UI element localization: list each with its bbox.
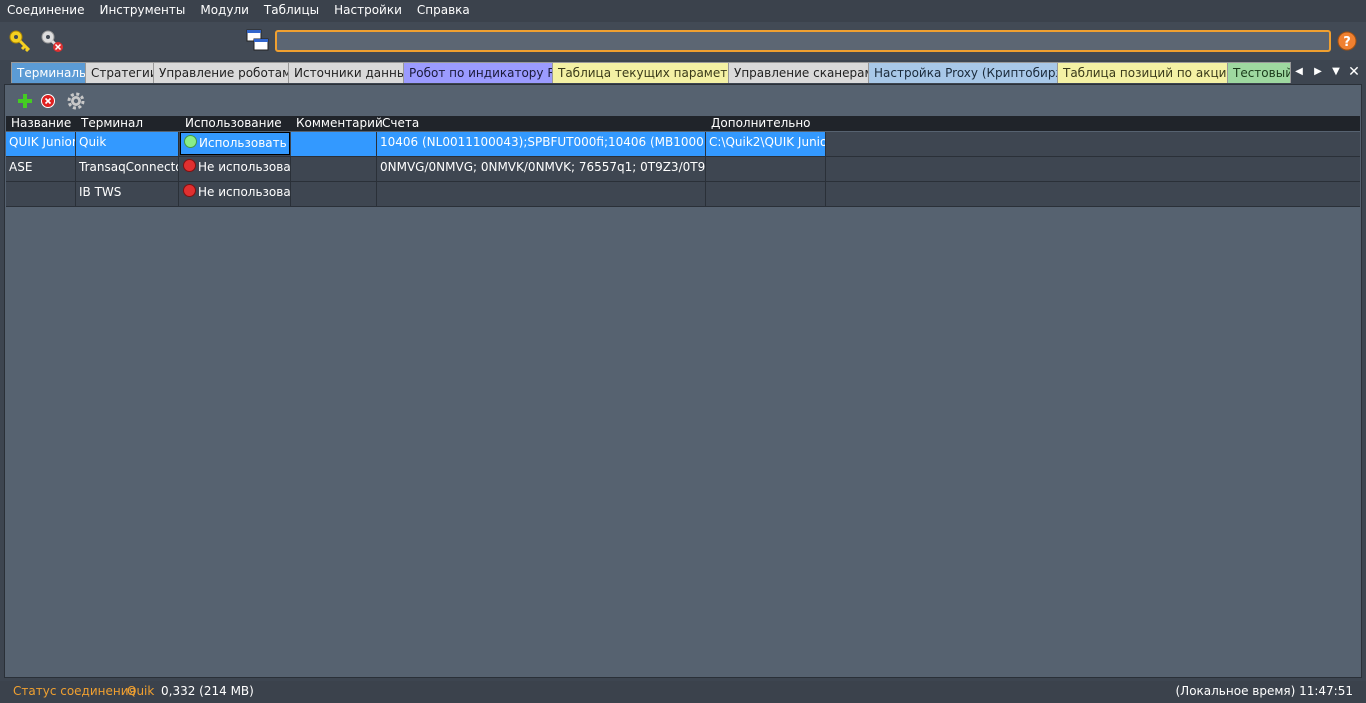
cell-name[interactable]: QUIK Junior <box>6 132 76 156</box>
cell-terminal[interactable]: Quik <box>76 132 179 156</box>
tab-list-icon[interactable]: ▼ <box>1328 64 1344 80</box>
tab-strip: Терминалы Стратегии Управление роботами … <box>0 62 1366 84</box>
cell-usage[interactable]: Не использовать <box>180 157 291 181</box>
tab-strategies[interactable]: Стратегии <box>85 62 155 83</box>
cell-extra[interactable] <box>706 157 826 181</box>
cell-extra[interactable] <box>706 182 826 206</box>
cell-accounts[interactable]: 0NMVG/0NMVG; 0NMVK/0NMVK; 76557q1; 0T9Z3… <box>377 157 706 181</box>
tab-test[interactable]: Тестовый <box>1227 62 1291 83</box>
tab-rsi-robot[interactable]: Робот по индикатору RSI <box>403 62 554 83</box>
delete-icon <box>41 94 55 108</box>
status-off-icon <box>183 184 196 197</box>
tab-close-icon[interactable]: ✕ <box>1346 64 1362 80</box>
local-time: (Локальное время) 11:47:51 <box>1175 684 1353 698</box>
menu-bar: Соединение Инструменты Модули Таблицы На… <box>0 0 1366 22</box>
tab-scanners[interactable]: Управление сканерами <box>728 62 870 83</box>
column-header-accounts[interactable]: Счета <box>377 116 705 131</box>
column-header-name[interactable]: Название <box>6 116 76 131</box>
cell-terminal[interactable]: TransaqConnector <box>76 157 179 181</box>
tab-data-sources[interactable]: Источники данных <box>288 62 406 83</box>
column-header-usage[interactable]: Использование <box>180 116 291 131</box>
usage-label: Не использовать <box>198 185 291 199</box>
menu-modules[interactable]: Модули <box>193 0 257 22</box>
table-row[interactable]: ASE TransaqConnector Не использовать 0NM… <box>6 157 1360 182</box>
status-bar: Статус соединения Quik 0,332 (214 MB) (Л… <box>0 681 1366 703</box>
column-header-extra[interactable]: Дополнительно <box>706 116 825 131</box>
key-disconnect-icon <box>41 30 63 52</box>
cell-comment[interactable] <box>291 182 377 206</box>
windows-button[interactable] <box>244 27 272 55</box>
cell-name[interactable] <box>6 182 76 206</box>
table-row[interactable]: QUIK Junior Quik Использовать 10406 (NL0… <box>6 132 1360 157</box>
memory-usage: 0,332 (214 MB) <box>161 684 254 698</box>
plus-icon <box>18 94 32 108</box>
add-terminal-button[interactable] <box>14 90 36 112</box>
menu-tables[interactable]: Таблицы <box>257 0 327 22</box>
menu-connection[interactable]: Соединение <box>0 0 92 22</box>
cell-accounts[interactable]: 10406 (NL0011100043);SPBFUT000fi;10406 (… <box>377 132 706 156</box>
table-row[interactable]: IB TWS Не использовать <box>6 182 1360 207</box>
cell-usage[interactable]: Использовать <box>180 132 290 155</box>
usage-label: Не использовать <box>198 160 291 174</box>
menu-help[interactable]: Справка <box>410 0 478 22</box>
tab-terminals[interactable]: Терминалы <box>11 62 93 83</box>
status-on-icon <box>184 135 197 148</box>
disconnect-button[interactable] <box>39 27 67 55</box>
tab-scroll-right-icon[interactable]: ▶ <box>1310 64 1326 80</box>
search-input[interactable] <box>275 30 1331 52</box>
menu-settings[interactable]: Настройки <box>327 0 410 22</box>
key-icon <box>9 30 31 53</box>
cell-extra[interactable]: C:\Quik2\QUIK Junior <box>706 132 826 156</box>
connection-status-label[interactable]: Статус соединения <box>13 684 136 698</box>
tab-current-params[interactable]: Таблица текущих параметров <box>552 62 730 83</box>
tab-stock-positions[interactable]: Таблица позиций по акциям <box>1057 62 1230 83</box>
usage-label: Использовать <box>199 136 287 150</box>
table-header: Название Терминал Использование Коммента… <box>6 116 1360 131</box>
settings-button[interactable] <box>65 90 87 112</box>
connection-status-terminal[interactable]: Quik <box>127 684 154 698</box>
gear-icon <box>67 92 85 110</box>
tab-scroll-left-icon[interactable]: ◀ <box>1291 64 1307 80</box>
menu-instruments[interactable]: Инструменты <box>92 0 193 22</box>
remove-terminal-button[interactable] <box>38 90 60 112</box>
tab-proxy-settings[interactable]: Настройка Proxy (Криптобиржи) <box>868 62 1059 83</box>
terminals-panel: Название Терминал Использование Коммента… <box>4 84 1362 678</box>
status-off-icon <box>183 159 196 172</box>
column-header-terminal[interactable]: Терминал <box>76 116 179 131</box>
cell-terminal[interactable]: IB TWS <box>76 182 179 206</box>
windows-icon <box>246 29 269 51</box>
help-button[interactable]: ? <box>1334 27 1362 55</box>
help-icon: ? <box>1337 31 1357 51</box>
cell-name[interactable]: ASE <box>6 157 76 181</box>
tab-robots-management[interactable]: Управление роботами <box>153 62 289 83</box>
connect-button[interactable] <box>7 27 35 55</box>
column-header-comment[interactable]: Комментарий <box>291 116 383 131</box>
cell-comment[interactable] <box>291 132 377 156</box>
svg-text:?: ? <box>1343 35 1351 50</box>
cell-usage[interactable]: Не использовать <box>180 182 291 206</box>
cell-comment[interactable] <box>291 157 377 181</box>
cell-accounts[interactable] <box>377 182 706 206</box>
